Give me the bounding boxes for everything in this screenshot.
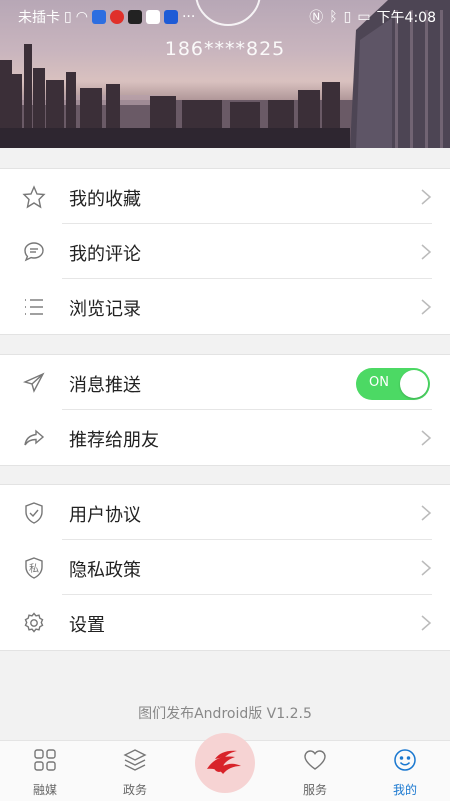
shield-check-icon	[25, 502, 43, 524]
menu-item-push-notifications: 消息推送 ON	[0, 355, 450, 410]
wifi-icon: ◠	[75, 9, 88, 25]
brand-logo-icon	[207, 750, 241, 774]
gear-icon	[24, 612, 44, 633]
chevron-right-icon	[421, 189, 432, 205]
carrier-text: 未插卡	[18, 10, 60, 26]
profile-header: 未插卡 ▯ ◠ ··· Ⓝ ᛒ ▯ ▭ 下午4:08 186****825	[0, 0, 450, 148]
app-notification-icon	[109, 10, 124, 24]
tab-mine[interactable]: 我的	[360, 741, 450, 801]
push-toggle-switch[interactable]: ON	[356, 368, 430, 400]
privacy-icon: 私	[25, 557, 43, 579]
nfc-icon: Ⓝ	[309, 10, 324, 26]
menu-item-label: 用户协议	[69, 505, 141, 526]
send-icon	[22, 372, 45, 393]
tab-government[interactable]: 政务	[90, 741, 180, 801]
svg-text:私: 私	[29, 563, 39, 575]
chevron-right-icon	[421, 560, 432, 576]
menu-item-user-agreement[interactable]: 用户协议	[0, 485, 450, 540]
menu-item-label: 我的收藏	[69, 189, 141, 210]
grid-icon	[34, 749, 56, 771]
menu-item-settings[interactable]: 设置	[0, 595, 450, 650]
chevron-right-icon	[421, 299, 432, 315]
comment-icon	[24, 242, 44, 262]
menu-item-history[interactable]: 浏览记录	[0, 279, 450, 334]
more-notifications-icon: ···	[181, 9, 196, 25]
battery-icon: ▭	[357, 9, 371, 25]
menu-item-label: 浏览记录	[69, 299, 141, 320]
app-notification-icon	[91, 10, 106, 24]
sim-icon: ▯	[64, 9, 72, 25]
menu-item-recommend[interactable]: 推荐给朋友	[0, 410, 450, 465]
bluetooth-icon: ᛒ	[329, 9, 338, 25]
app-notification-icon	[127, 10, 142, 24]
layers-icon	[123, 749, 147, 771]
star-icon	[22, 185, 46, 209]
list-icon	[25, 299, 43, 315]
vibrate-icon: ▯	[343, 9, 352, 25]
menu-item-favorites[interactable]: 我的收藏	[0, 169, 450, 224]
chevron-right-icon	[421, 615, 432, 631]
clock-text: 下午4:08	[376, 10, 436, 26]
menu-item-label: 推荐给朋友	[69, 430, 159, 451]
tab-label: 政务	[122, 783, 147, 797]
app-notification-icon	[163, 10, 178, 24]
toggle-state-text: ON	[369, 375, 389, 390]
menu-group-content: 我的收藏 我的评论 浏览记录	[0, 168, 450, 335]
menu-item-label: 设置	[69, 615, 105, 636]
share-icon	[24, 429, 45, 446]
smiley-icon	[394, 749, 416, 771]
status-bar: 未插卡 ▯ ◠ ··· Ⓝ ᛒ ▯ ▭ 下午4:08	[0, 0, 450, 32]
tab-media[interactable]: 融媒	[0, 741, 90, 801]
chevron-right-icon	[421, 430, 432, 446]
menu-item-label: 消息推送	[69, 375, 141, 396]
heart-icon	[304, 750, 326, 770]
menu-item-label: 我的评论	[69, 244, 141, 265]
menu-group-legal: 用户协议 私 隐私政策 设置	[0, 484, 450, 651]
toggle-knob	[400, 370, 428, 398]
tab-label: 服务	[302, 783, 327, 797]
menu-item-label: 隐私政策	[69, 560, 141, 581]
phone-number: 186****825	[164, 38, 286, 60]
center-logo-button[interactable]	[195, 733, 255, 793]
menu-item-privacy-policy[interactable]: 私 隐私政策	[0, 540, 450, 595]
chevron-right-icon	[421, 244, 432, 260]
chevron-right-icon	[421, 505, 432, 521]
menu-item-comments[interactable]: 我的评论	[0, 224, 450, 279]
tab-services[interactable]: 服务	[270, 741, 360, 801]
app-version-text: 图们发布Android版 V1.2.5	[138, 706, 312, 722]
tab-label: 我的	[392, 783, 417, 797]
tab-label: 融媒	[32, 783, 57, 797]
menu-group-social: 消息推送 ON 推荐给朋友	[0, 354, 450, 466]
app-notification-icon	[145, 10, 160, 24]
